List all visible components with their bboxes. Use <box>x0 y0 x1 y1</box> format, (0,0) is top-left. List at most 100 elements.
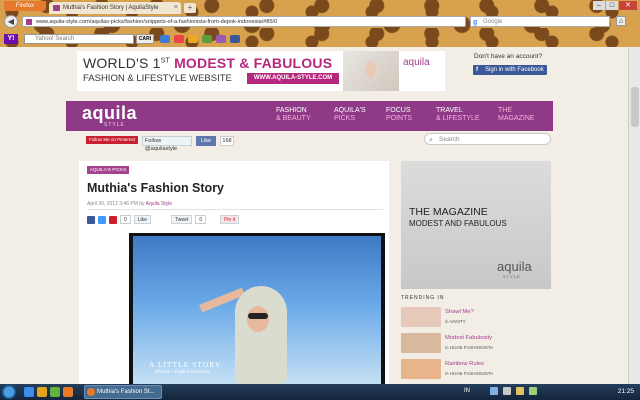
facebook-icon[interactable] <box>230 35 240 43</box>
trending-category: in HIJAB FASHIONISTA <box>445 371 494 376</box>
nav-item-line1: THE <box>498 107 512 114</box>
nav-item-aquilas-picks[interactable]: AQUILA'S PICKS <box>334 107 366 122</box>
nav-item-line2: MAGAZINE <box>498 114 535 122</box>
article: AQUILA'S PICKS Muthia's Fashion Story Ap… <box>79 161 389 384</box>
article-like-button[interactable]: Like <box>133 215 151 224</box>
trending-thumbnail <box>401 333 441 353</box>
category-tag[interactable]: AQUILA'S PICKS <box>87 166 129 174</box>
vertical-scrollbar[interactable] <box>628 47 640 384</box>
start-button-icon[interactable] <box>0 384 18 400</box>
top-banner-ad[interactable]: WORLD'S 1ST MODEST & FABULOUS FASHION & … <box>77 51 445 91</box>
taskbar-firefox-window[interactable]: Muthia's Fashion St... <box>84 385 162 399</box>
facebook-share-icon[interactable] <box>87 215 95 224</box>
system-clock[interactable]: 21:25 <box>618 388 634 395</box>
facebook-like-button[interactable]: Like <box>196 136 216 146</box>
pin-it-button[interactable]: Pin it <box>220 215 240 224</box>
volume-icon[interactable] <box>503 387 511 395</box>
trending-category: in HIJAB FASHIONISTA <box>445 345 494 350</box>
yahoo-logo-icon[interactable]: Y! <box>4 34 18 44</box>
nav-item-line1: TRAVEL <box>436 107 463 114</box>
model-figure <box>199 276 295 384</box>
yahoo-search-input[interactable]: Yahoo! Search <box>24 34 134 44</box>
trending-item[interactable]: Modest Fabulosity in HIJAB FASHIONISTA <box>401 333 551 357</box>
address-url: www.aquila-style.com/aquilas-picks/fashi… <box>36 19 278 25</box>
trending-title[interactable]: Rainbow Rules <box>445 361 484 367</box>
pinterest-share-icon[interactable] <box>109 215 117 224</box>
news-icon[interactable] <box>174 35 184 43</box>
media-icon[interactable] <box>50 387 60 397</box>
window-controls: – □ ✕ <box>593 1 637 10</box>
browser-tab[interactable]: Muthia's Fashion Story | AquilaStyle × <box>49 2 181 14</box>
main-nav: aquila STYLE FASHION & BEAUTY AQUILA'S P… <box>66 101 553 131</box>
games-icon[interactable] <box>202 35 212 43</box>
trending-header: TRENDING IN <box>401 295 445 301</box>
tab-title: Muthia's Fashion Story | AquilaStyle <box>63 5 159 11</box>
article-author[interactable]: Aquila Style <box>146 201 172 207</box>
new-tab-button[interactable]: + <box>184 3 196 13</box>
messenger-icon[interactable] <box>216 35 226 43</box>
site-search-input[interactable]: ⌕ Search <box>424 133 551 145</box>
language-indicator[interactable]: IN <box>464 388 470 394</box>
browser-chrome: Firefox Muthia's Fashion Story | AquilaS… <box>0 0 640 47</box>
star-icon[interactable] <box>188 35 198 43</box>
firefox-menu-button[interactable]: Firefox <box>4 1 46 11</box>
nav-item-line1: AQUILA'S <box>334 107 366 114</box>
yahoo-toolbar: Y! Yahoo! Search CARI <box>0 30 640 46</box>
fashion-photo: A LITTLE STORY Muthia – Hijab Fashionist… <box>133 236 381 384</box>
magazine-ad-logo-sub: STYLE <box>503 274 521 279</box>
back-button[interactable]: ◀ <box>4 15 18 28</box>
nav-item-fashion-beauty[interactable]: FASHION & BEAUTY <box>276 107 311 122</box>
web-page: WORLD'S 1ST MODEST & FABULOUS FASHION & … <box>0 47 628 384</box>
browser-search-input[interactable]: g Google <box>470 16 610 27</box>
close-window-button[interactable]: ✕ <box>619 1 637 10</box>
trending-thumbnail <box>401 307 441 327</box>
firefox-icon[interactable] <box>63 387 73 397</box>
battery-icon[interactable] <box>516 387 524 395</box>
account-prompt: Don't have an account? <box>474 53 543 60</box>
trending-title[interactable]: Shawl Me? <box>445 309 474 315</box>
trending-item[interactable]: Shawl Me? in VANITY <box>401 307 551 331</box>
browser-search-engine: Google <box>483 19 503 25</box>
address-bar[interactable]: www.aquila-style.com/aquilas-picks/fashi… <box>22 16 466 27</box>
trending-title[interactable]: Modest Fabulosity <box>445 335 492 341</box>
site-logo[interactable]: aquila <box>82 103 137 124</box>
trending-item[interactable]: Rainbow Rules in HIJAB FASHIONISTA <box>401 359 551 383</box>
mail-icon[interactable] <box>160 35 170 43</box>
yahoo-search-button[interactable]: CARI <box>136 34 154 44</box>
banner-headline: WORLD'S 1ST MODEST & FABULOUS <box>83 55 332 71</box>
firefox-small-icon <box>87 388 95 396</box>
scrollbar-thumb[interactable] <box>631 87 639 127</box>
tab-close-icon[interactable]: × <box>174 2 178 14</box>
pinterest-follow-button[interactable]: Follow Me on Pinterest <box>86 136 138 144</box>
home-icon[interactable]: ⌂ <box>616 16 626 26</box>
article-image[interactable]: A LITTLE STORY Muthia – Hijab Fashionist… <box>129 233 385 384</box>
search-icon: ⌕ <box>429 137 433 144</box>
maximize-button[interactable]: □ <box>606 1 618 10</box>
article-title: Muthia's Fashion Story <box>87 181 225 195</box>
nav-item-focus-points[interactable]: FOCUS POINTS <box>386 107 412 122</box>
nav-item-line1: FASHION <box>276 107 307 114</box>
sidebar: THE MAGAZINE MODEST AND FABULOUS aquila … <box>401 161 551 384</box>
twitter-follow-button[interactable]: Follow @aquilastyle <box>142 136 192 152</box>
social-follow-bar: Follow Me on Pinterest Follow @aquilasty… <box>86 136 234 152</box>
network-icon[interactable] <box>490 387 498 395</box>
ie-icon[interactable] <box>24 387 34 397</box>
facebook-signin-button[interactable]: f Sign in with Facebook <box>473 65 547 75</box>
nav-item-travel-lifestyle[interactable]: TRAVEL & LIFESTYLE <box>436 107 480 122</box>
nav-item-the-magazine[interactable]: THE MAGAZINE <box>498 107 535 122</box>
magazine-ad-title: THE MAGAZINE <box>409 206 488 218</box>
tweet-count: 0 <box>195 215 207 224</box>
nav-item-line1: FOCUS <box>386 107 411 114</box>
magazine-ad[interactable]: THE MAGAZINE MODEST AND FABULOUS aquila … <box>401 161 551 289</box>
minimize-button[interactable]: – <box>593 1 605 10</box>
antivirus-icon[interactable] <box>529 387 537 395</box>
banner-model-image <box>343 51 399 91</box>
twitter-share-icon[interactable] <box>98 215 106 224</box>
tweet-button[interactable]: Tweet <box>170 215 193 224</box>
quick-launch <box>24 387 73 397</box>
folder-icon[interactable] <box>37 387 47 397</box>
article-date: April 20, 2012 3:46 PM by <box>87 201 145 207</box>
like-count: 168 <box>220 136 234 146</box>
photo-caption-sub: Muthia – Hijab Fashionista <box>155 370 210 375</box>
toolbar-icons <box>160 35 240 43</box>
